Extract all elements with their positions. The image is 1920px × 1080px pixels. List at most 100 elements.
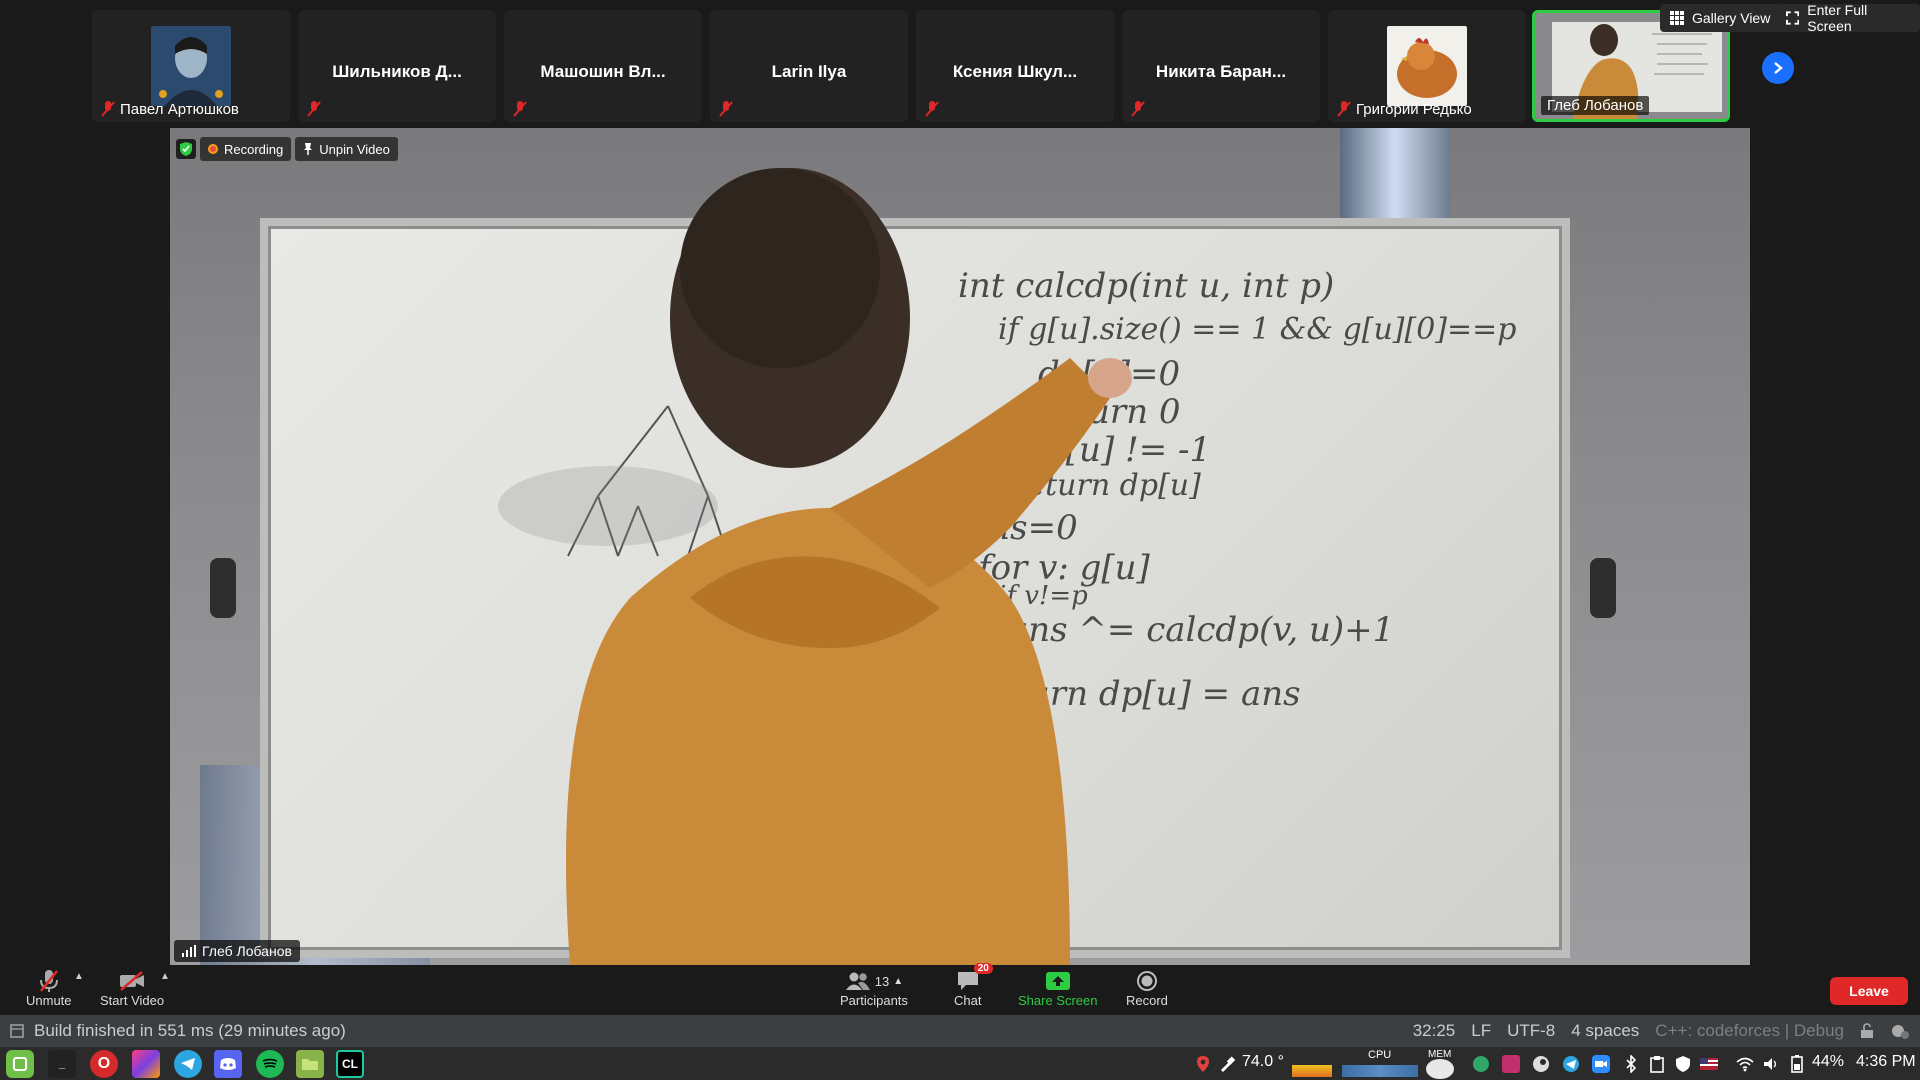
bluetooth-icon[interactable] (1622, 1055, 1640, 1073)
opera-icon[interactable]: O (90, 1050, 118, 1078)
telegram-icon[interactable] (174, 1050, 202, 1078)
enter-full-screen-label: Enter Full Screen (1807, 2, 1868, 34)
meeting-controls-bar: Unmute ▲ Start Video ▲ 13 ▲ Participants… (0, 963, 1920, 1015)
gallery-view-button[interactable]: Gallery View (1660, 4, 1781, 32)
indent-setting[interactable]: 4 spaces (1571, 1021, 1639, 1041)
us-flag-icon[interactable] (1700, 1055, 1718, 1073)
clion-icon[interactable]: CL (336, 1050, 364, 1078)
mic-muted-icon (719, 101, 733, 117)
video-toolbar: Recording Unpin Video (176, 136, 398, 162)
event-log-icon[interactable] (10, 1024, 24, 1038)
start-video-button[interactable]: Start Video (100, 969, 164, 1008)
recording-dot-icon (208, 144, 218, 154)
battery-icon[interactable] (1788, 1055, 1806, 1073)
video-options-caret-icon[interactable]: ▲ (160, 971, 170, 982)
participants-label: Participants (840, 993, 908, 1008)
participants-caret-icon[interactable]: ▲ (893, 976, 903, 987)
battery-percent[interactable]: 44% (1812, 1053, 1844, 1071)
next-page-button[interactable] (1762, 52, 1794, 84)
mic-muted-icon (1337, 101, 1351, 117)
participant-tile-3[interactable]: Машошин Вл... (504, 10, 702, 122)
cpu-label: CPU (1368, 1049, 1392, 1061)
wifi-icon[interactable] (1736, 1055, 1754, 1073)
signal-bars-icon (182, 945, 196, 957)
inspector-icon[interactable] (1890, 1023, 1910, 1039)
leave-button[interactable]: Leave (1830, 977, 1908, 1005)
chat-button[interactable]: 20 Chat (954, 963, 993, 1008)
share-screen-icon (1045, 972, 1070, 990)
steam-icon[interactable] (1532, 1055, 1550, 1073)
telegram-tray-icon[interactable] (1562, 1055, 1580, 1073)
unpin-video-button[interactable]: Unpin Video (295, 137, 398, 161)
cpu-graph[interactable] (1342, 1065, 1418, 1077)
participant-name: Ксения Шкул... (952, 62, 1078, 81)
jetbrains-tray-icon[interactable] (1502, 1055, 1520, 1073)
participant-strip: Павел Артюшков Шильников Д... Машошин Вл… (0, 0, 1920, 128)
participant-name: Глеб Лобанов (1541, 96, 1650, 115)
participant-name: Никита Баран... (1155, 62, 1287, 81)
memory-indicator[interactable] (1426, 1059, 1454, 1079)
jetbrains-toolbox-icon[interactable] (132, 1050, 160, 1078)
participants-count: 13 (874, 973, 890, 989)
participants-icon (845, 972, 870, 990)
temperature-graph[interactable] (1292, 1065, 1332, 1077)
record-label: Record (1126, 993, 1168, 1008)
unmute-label: Unmute (26, 993, 72, 1008)
terminal-icon[interactable]: _ (48, 1050, 76, 1078)
participant-tile-1[interactable]: Павел Артюшков (92, 10, 290, 122)
clock[interactable]: 4:36 PM (1856, 1053, 1916, 1071)
participant-tile-2[interactable]: Шильников Д... (298, 10, 496, 122)
chat-label: Chat (954, 993, 982, 1008)
share-screen-button[interactable]: Share Screen (1018, 969, 1098, 1008)
unmute-button[interactable]: Unmute (26, 969, 72, 1008)
main-video[interactable]: int calcdp(int u, int p) if g[u].size() … (170, 128, 1750, 965)
presenter (566, 168, 1132, 965)
cursor-position[interactable]: 32:25 (1413, 1021, 1456, 1041)
cpu-temperature[interactable]: 74.0 ° (1242, 1053, 1284, 1071)
line-ending[interactable]: LF (1471, 1021, 1491, 1041)
mic-muted-icon (1131, 101, 1145, 117)
spotify-icon[interactable] (256, 1050, 284, 1078)
location-pin-icon[interactable] (1194, 1055, 1212, 1073)
chat-unread-badge: 20 (973, 963, 993, 974)
participant-tile-4[interactable]: Larin Ilya (710, 10, 908, 122)
mic-muted-icon (101, 101, 115, 117)
os-taskbar: _ O CL 74.0 ° CPU MEM 44% 4:36 PM (0, 1047, 1920, 1080)
grid-icon (1670, 11, 1684, 25)
zoom-tray-icon[interactable] (1592, 1055, 1610, 1073)
vpn-icon[interactable] (1472, 1055, 1490, 1073)
discord-icon[interactable] (214, 1050, 242, 1078)
audio-options-caret-icon[interactable]: ▲ (74, 971, 84, 982)
build-status-message[interactable]: Build finished in 551 ms (29 minutes ago… (34, 1021, 346, 1041)
mic-off-icon (39, 970, 58, 992)
recording-indicator[interactable]: Recording (200, 137, 292, 161)
participant-name: Larin Ilya (771, 62, 847, 81)
participant-tile-5[interactable]: Ксения Шкул... (916, 10, 1114, 122)
start-video-label: Start Video (100, 993, 165, 1008)
shield-tray-icon[interactable] (1674, 1055, 1692, 1073)
volume-icon[interactable] (1762, 1055, 1780, 1073)
mint-menu-icon[interactable] (6, 1050, 34, 1078)
encryption-shield-icon[interactable] (176, 139, 196, 159)
expand-icon (1786, 11, 1800, 25)
participants-button[interactable]: 13 ▲ Participants (840, 969, 908, 1008)
enter-full-screen-button[interactable]: Enter Full Screen (1776, 2, 1920, 34)
participant-name: Григорий Редько (1356, 101, 1472, 118)
window-light (1340, 128, 1450, 228)
file-encoding[interactable]: UTF-8 (1507, 1021, 1555, 1041)
files-icon[interactable] (296, 1050, 324, 1078)
unlock-icon[interactable] (1860, 1023, 1874, 1039)
participant-name: Шильников Д... (332, 62, 462, 81)
pin-icon (304, 143, 313, 155)
participant-tile-6[interactable]: Никита Баран... (1122, 10, 1320, 122)
board-stand-left (210, 558, 236, 618)
clipboard-icon[interactable] (1648, 1055, 1666, 1073)
participant-tile-7[interactable]: Григорий Редько (1328, 10, 1526, 122)
run-configuration[interactable]: C++: codeforces | Debug (1655, 1021, 1844, 1041)
share-screen-label: Share Screen (1018, 993, 1098, 1008)
record-button[interactable]: Record (1126, 969, 1168, 1008)
color-picker-icon[interactable] (1218, 1055, 1236, 1073)
mic-muted-icon (307, 101, 321, 117)
mic-muted-icon (925, 101, 939, 117)
video-off-icon (120, 971, 145, 991)
